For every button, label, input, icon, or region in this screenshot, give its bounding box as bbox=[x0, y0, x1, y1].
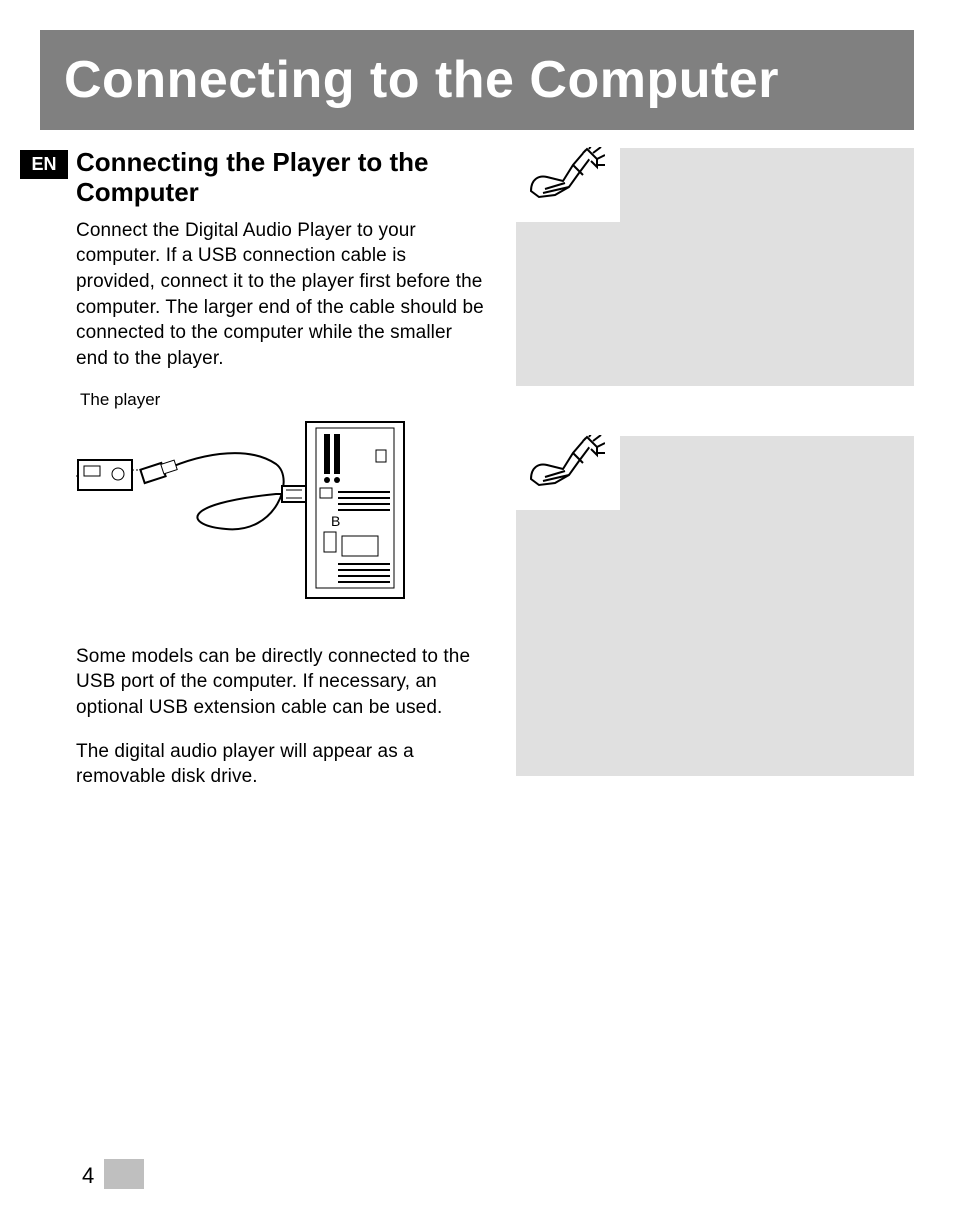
svg-text:B: B bbox=[331, 513, 340, 529]
connection-diagram: B bbox=[76, 414, 416, 604]
note-hand-pencil-icon bbox=[525, 435, 605, 499]
language-badge: EN bbox=[20, 150, 68, 179]
note-box-1 bbox=[516, 148, 914, 386]
page-title-banner: Connecting to the Computer bbox=[40, 30, 914, 130]
connection-diagram-svg: B bbox=[76, 414, 416, 604]
figure-caption: The player bbox=[80, 390, 486, 410]
language-column: EN bbox=[20, 148, 76, 826]
page-title-text: Connecting to the Computer bbox=[64, 51, 779, 109]
manual-page: Connecting to the Computer EN Connecting… bbox=[0, 0, 954, 1215]
paragraph-direct-connect: Some models can be directly connected to… bbox=[76, 644, 486, 721]
left-column: Connecting the Player to the Computer Co… bbox=[76, 148, 506, 826]
page-number: 4 bbox=[82, 1163, 94, 1189]
note-hand-pencil-icon bbox=[525, 147, 605, 211]
player-device-icon bbox=[76, 460, 142, 490]
note-box-2 bbox=[516, 436, 914, 776]
paragraph-removable-disk: The digital audio player will appear as … bbox=[76, 739, 486, 790]
page-footer: 4 bbox=[82, 1159, 144, 1189]
page-tab-marker bbox=[104, 1159, 144, 1189]
usb-cable-icon bbox=[140, 453, 306, 529]
note-icon-wrap-1 bbox=[510, 136, 620, 222]
note-icon-wrap-2 bbox=[510, 424, 620, 510]
paragraph-intro: Connect the Digital Audio Player to your… bbox=[76, 218, 486, 372]
body-area: EN Connecting the Player to the Computer… bbox=[20, 148, 914, 826]
section-heading: Connecting the Player to the Computer bbox=[76, 148, 486, 208]
language-code: EN bbox=[31, 154, 56, 174]
computer-tower-icon: B bbox=[306, 422, 404, 598]
right-column bbox=[506, 148, 914, 826]
content-columns: Connecting the Player to the Computer Co… bbox=[76, 148, 914, 826]
